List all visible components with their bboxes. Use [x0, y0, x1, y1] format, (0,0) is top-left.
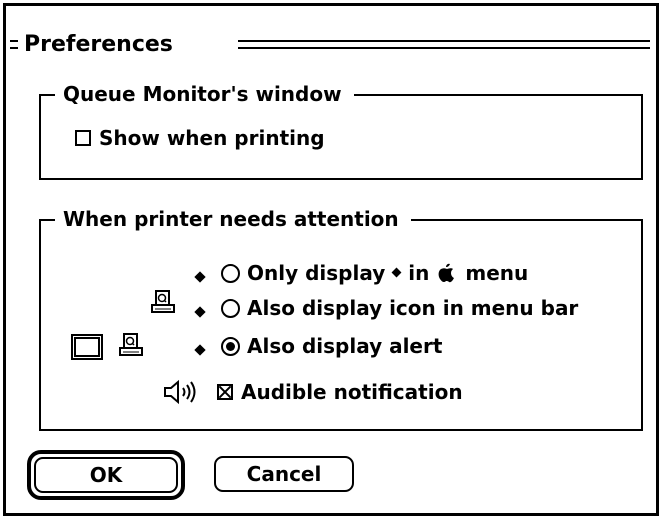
dialog-title: Preferences [24, 32, 173, 57]
audible-notification-label: Audible notification [241, 380, 463, 404]
dialog-title-bar: Preferences [6, 30, 656, 60]
diamond-icon [194, 306, 206, 318]
queue-monitor-group: Queue Monitor's window Show when printin… [39, 79, 643, 180]
show-when-printing-checkbox[interactable] [75, 130, 91, 146]
title-bar-stripes-right [238, 40, 650, 49]
display-icon-menu-bar-label: Also display icon in menu bar [247, 296, 579, 320]
printer-icon [151, 290, 175, 313]
show-when-printing-label: Show when printing [99, 126, 325, 150]
only-display-in-label: in [408, 261, 430, 285]
queue-monitor-group-title: Queue Monitor's window [55, 79, 354, 109]
diamond-icon [194, 344, 206, 356]
only-display-option[interactable]: Only display in menu [221, 261, 528, 285]
audible-notification-checkbox[interactable] [217, 384, 233, 400]
apple-icon [438, 263, 455, 283]
diamond-icon [391, 267, 402, 277]
printer-icon [119, 333, 143, 356]
cancel-button[interactable]: Cancel [214, 456, 354, 492]
alert-window-icon [71, 334, 103, 360]
printer-attention-group: When printer needs attention Only displa… [39, 204, 643, 431]
printer-attention-group-title: When printer needs attention [55, 204, 411, 234]
audible-notification-option[interactable]: Audible notification [217, 380, 463, 404]
ok-button[interactable]: OK [34, 457, 178, 493]
title-bar-stripes-left [10, 40, 18, 49]
only-display-menu-label: menu [465, 261, 529, 285]
preferences-dialog: Preferences Queue Monitor's window Show … [3, 3, 659, 516]
display-alert-label: Also display alert [247, 334, 443, 358]
only-display-radio[interactable] [221, 263, 240, 283]
diamond-icon [194, 271, 206, 283]
display-alert-radio[interactable] [221, 336, 240, 356]
display-icon-menu-bar-radio[interactable] [221, 298, 240, 318]
display-alert-option[interactable]: Also display alert [221, 334, 442, 358]
display-icon-menu-bar-option[interactable]: Also display icon in menu bar [221, 296, 578, 320]
only-display-label: Only display [247, 261, 386, 285]
speaker-icon [164, 379, 196, 405]
show-when-printing-option[interactable]: Show when printing [75, 126, 325, 150]
